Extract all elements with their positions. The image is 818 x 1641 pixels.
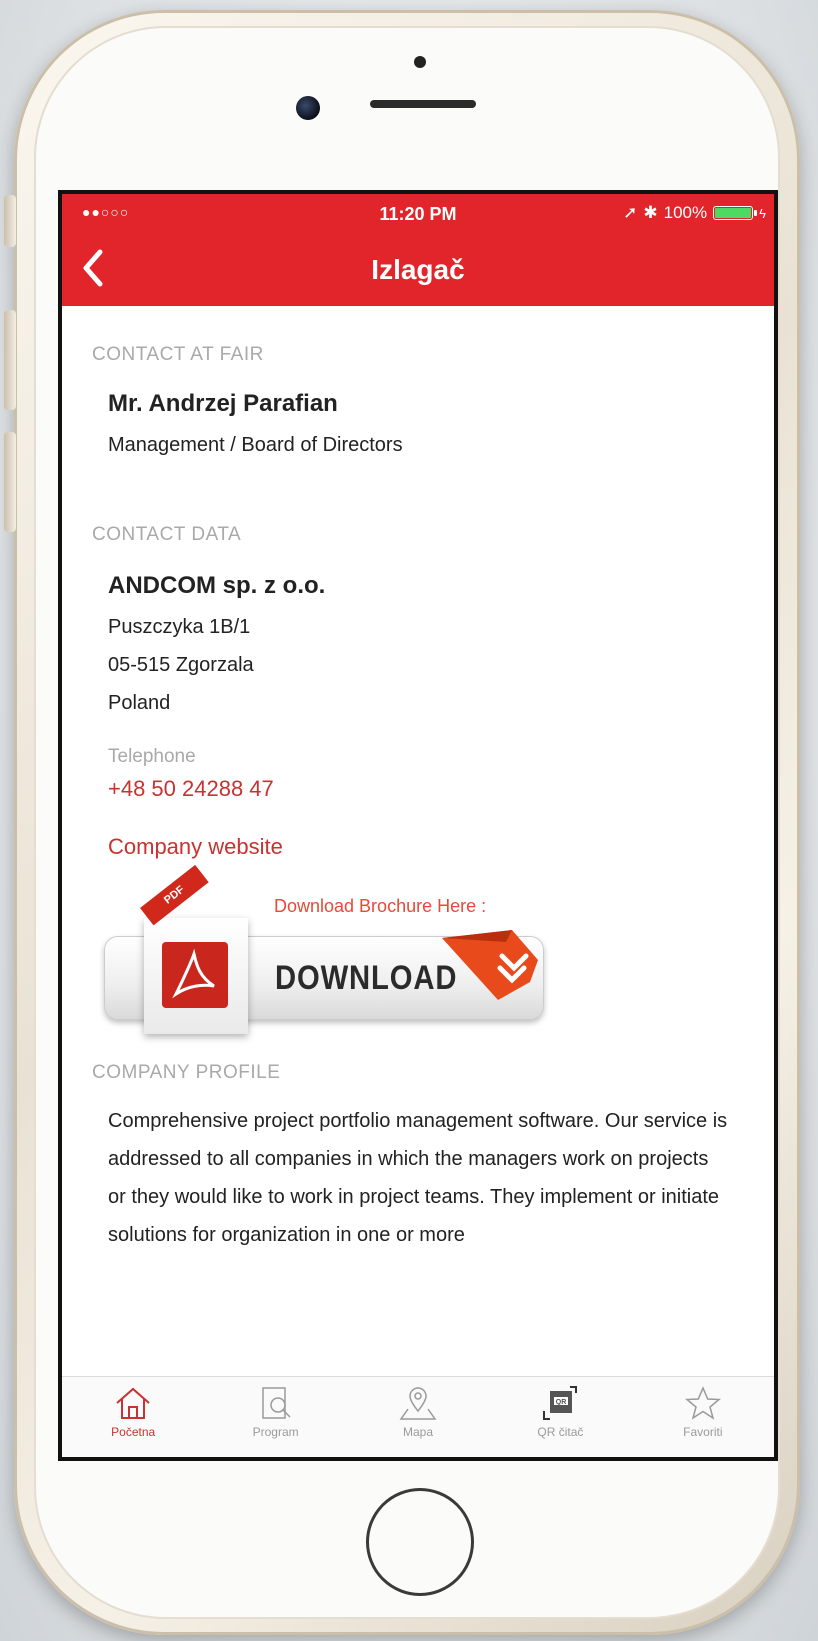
home-icon xyxy=(116,1387,150,1419)
download-brochure-heading: Download Brochure Here : xyxy=(274,896,487,916)
pdf-document-icon xyxy=(144,918,248,1034)
address-line-1: Puszczyka 1B/1 xyxy=(108,616,251,638)
mute-switch xyxy=(4,195,16,247)
company-website-link[interactable]: Company website xyxy=(108,834,283,860)
exhibitor-details[interactable]: CONTACT AT FAIR Mr. Andrzej Parafian Man… xyxy=(62,306,774,1377)
contact-role: Management / Board of Directors xyxy=(108,434,403,456)
program-search-icon xyxy=(261,1387,291,1419)
status-right: ➚ ✱ 100% ϟ xyxy=(623,203,766,223)
volume-down-button xyxy=(4,432,16,532)
download-button-label: DOWNLOAD xyxy=(275,959,458,997)
map-pin-icon xyxy=(399,1387,437,1420)
location-icon: ➚ xyxy=(623,203,638,222)
tab-label: QR čitač xyxy=(537,1425,584,1439)
section-heading-company-profile: COMPANY PROFILE xyxy=(92,1062,281,1083)
battery-percent: 100% xyxy=(663,203,708,222)
phone-screen: ●●○○○ 11:20 PM ➚ ✱ 100% ϟ Izlagač CONTAC… xyxy=(58,190,778,1461)
address-country: Poland xyxy=(108,692,171,714)
company-name: ANDCOM sp. z o.o. xyxy=(108,572,326,599)
tab-bar: Početna Program Mapa QR QR čitač Favorit… xyxy=(62,1376,774,1457)
star-icon xyxy=(684,1386,721,1420)
bluetooth-icon: ✱ xyxy=(643,203,658,222)
battery-icon xyxy=(713,206,758,220)
navigation-bar: Izlagač xyxy=(62,236,774,306)
pdf-ribbon: PDF xyxy=(140,864,209,926)
address-line-2: 05-515 Zgorzala xyxy=(108,654,254,676)
tab-program[interactable]: Program xyxy=(204,1377,346,1457)
proximity-sensor xyxy=(414,56,426,68)
svg-text:QR: QR xyxy=(556,1399,567,1406)
volume-up-button xyxy=(4,310,16,410)
earpiece-speaker xyxy=(370,100,476,108)
front-camera xyxy=(296,96,320,120)
telephone-label: Telephone xyxy=(108,746,196,767)
tab-pocetna[interactable]: Početna xyxy=(62,1377,204,1457)
tab-qr-citac[interactable]: QR QR čitač xyxy=(489,1377,631,1457)
home-button[interactable] xyxy=(366,1488,474,1596)
tab-favoriti[interactable]: Favoriti xyxy=(632,1377,774,1457)
tab-label: Favoriti xyxy=(683,1425,723,1439)
acrobat-icon xyxy=(162,942,228,1008)
section-heading-contact-data: CONTACT DATA xyxy=(92,524,242,545)
qr-code-icon: QR xyxy=(543,1386,578,1420)
status-bar: ●●○○○ 11:20 PM ➚ ✱ 100% ϟ xyxy=(62,194,774,236)
page-title: Izlagač xyxy=(371,254,465,285)
tab-mapa[interactable]: Mapa xyxy=(347,1377,489,1457)
telephone-link[interactable]: +48 50 24288 47 xyxy=(108,776,274,802)
download-arrow-icon xyxy=(442,930,538,1000)
section-heading-contact-at-fair: CONTACT AT FAIR xyxy=(92,344,264,365)
tab-label: Program xyxy=(252,1425,299,1439)
company-profile-text: Comprehensive project portfolio manageme… xyxy=(108,1110,728,1246)
charging-icon: ϟ xyxy=(759,205,766,221)
contact-name: Mr. Andrzej Parafian xyxy=(108,390,338,417)
tab-label: Početna xyxy=(111,1425,156,1439)
tab-label: Mapa xyxy=(403,1425,434,1439)
